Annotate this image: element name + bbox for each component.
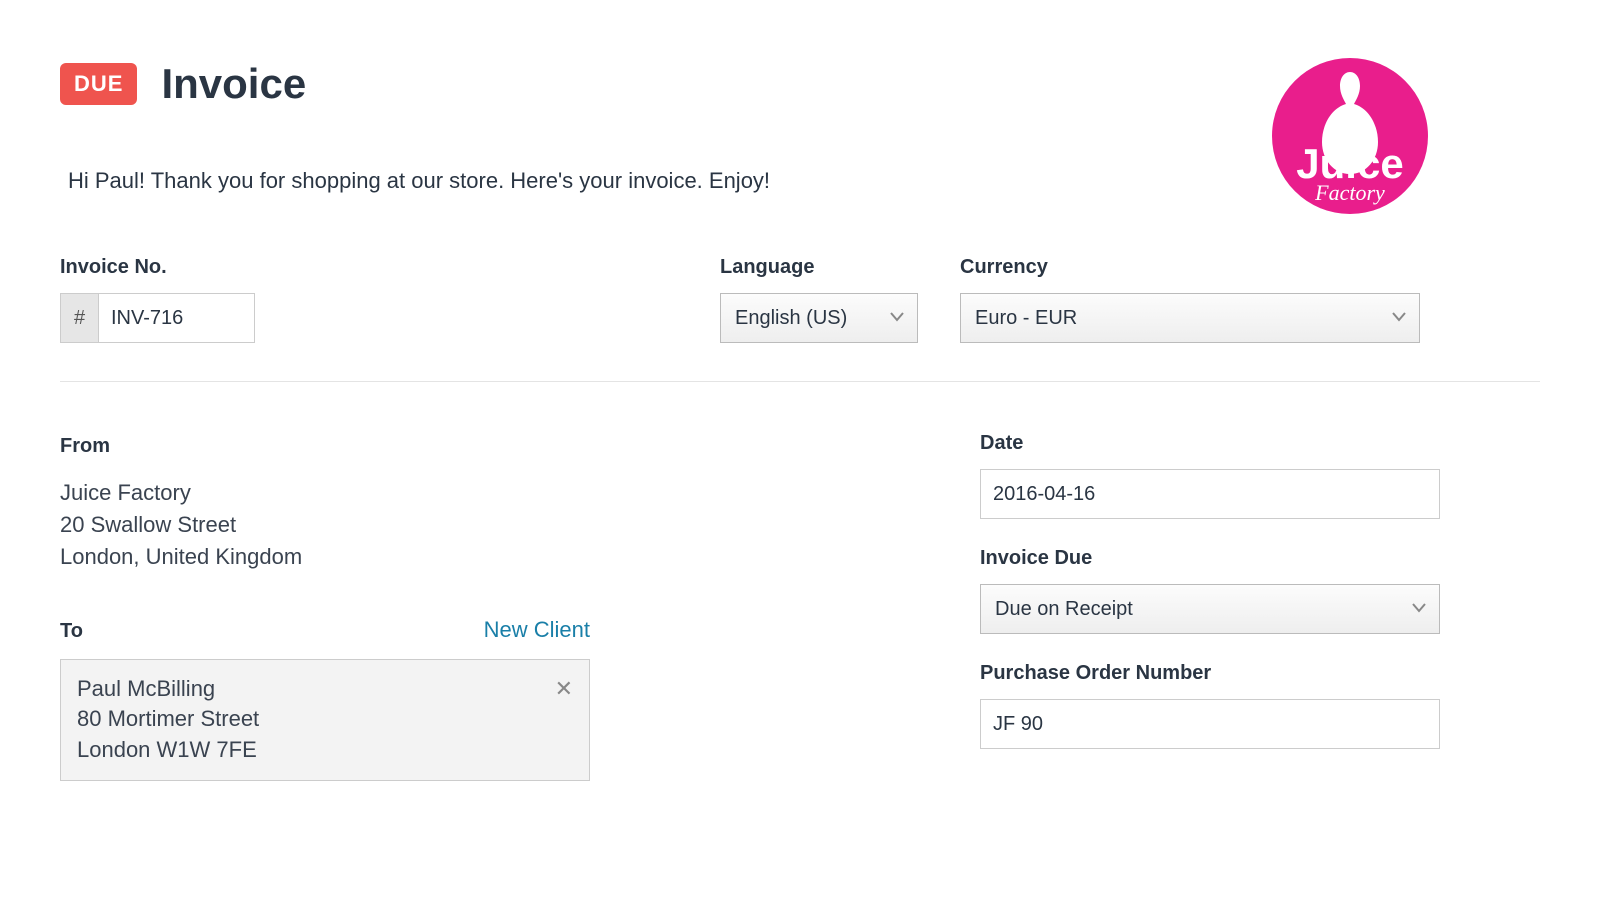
section-divider <box>60 381 1540 382</box>
invoice-no-label: Invoice No. <box>60 256 680 279</box>
invoice-no-input[interactable] <box>98 293 255 343</box>
date-input[interactable] <box>980 469 1440 519</box>
from-heading: From <box>60 432 700 461</box>
language-select[interactable]: English (US) <box>720 293 918 343</box>
to-heading: To <box>60 620 83 643</box>
close-icon[interactable]: ✕ <box>555 674 573 705</box>
currency-select[interactable]: Euro - EUR <box>960 293 1420 343</box>
new-client-link[interactable]: New Client <box>484 617 590 643</box>
from-line1: 20 Swallow Street <box>60 509 700 541</box>
brand-logo: Juice Factory <box>1270 56 1430 216</box>
client-name: Paul McBilling <box>77 674 573 705</box>
page-title: Invoice <box>161 60 306 108</box>
svg-text:Factory: Factory <box>1314 180 1385 205</box>
status-badge: DUE <box>60 63 137 105</box>
hash-icon: # <box>60 293 98 343</box>
client-line2: London W1W 7FE <box>77 735 573 766</box>
currency-label: Currency <box>960 256 1420 279</box>
from-line2: London, United Kingdom <box>60 541 700 573</box>
greeting-text: Hi Paul! Thank you for shopping at our s… <box>68 168 770 194</box>
po-input[interactable] <box>980 699 1440 749</box>
invoice-due-label: Invoice Due <box>980 547 1440 570</box>
client-card[interactable]: ✕ Paul McBilling 80 Mortimer Street Lond… <box>60 659 590 781</box>
language-label: Language <box>720 256 920 279</box>
invoice-due-select[interactable]: Due on Receipt <box>980 584 1440 634</box>
from-name: Juice Factory <box>60 477 700 509</box>
client-line1: 80 Mortimer Street <box>77 704 573 735</box>
po-label: Purchase Order Number <box>980 662 1440 685</box>
date-label: Date <box>980 432 1440 455</box>
